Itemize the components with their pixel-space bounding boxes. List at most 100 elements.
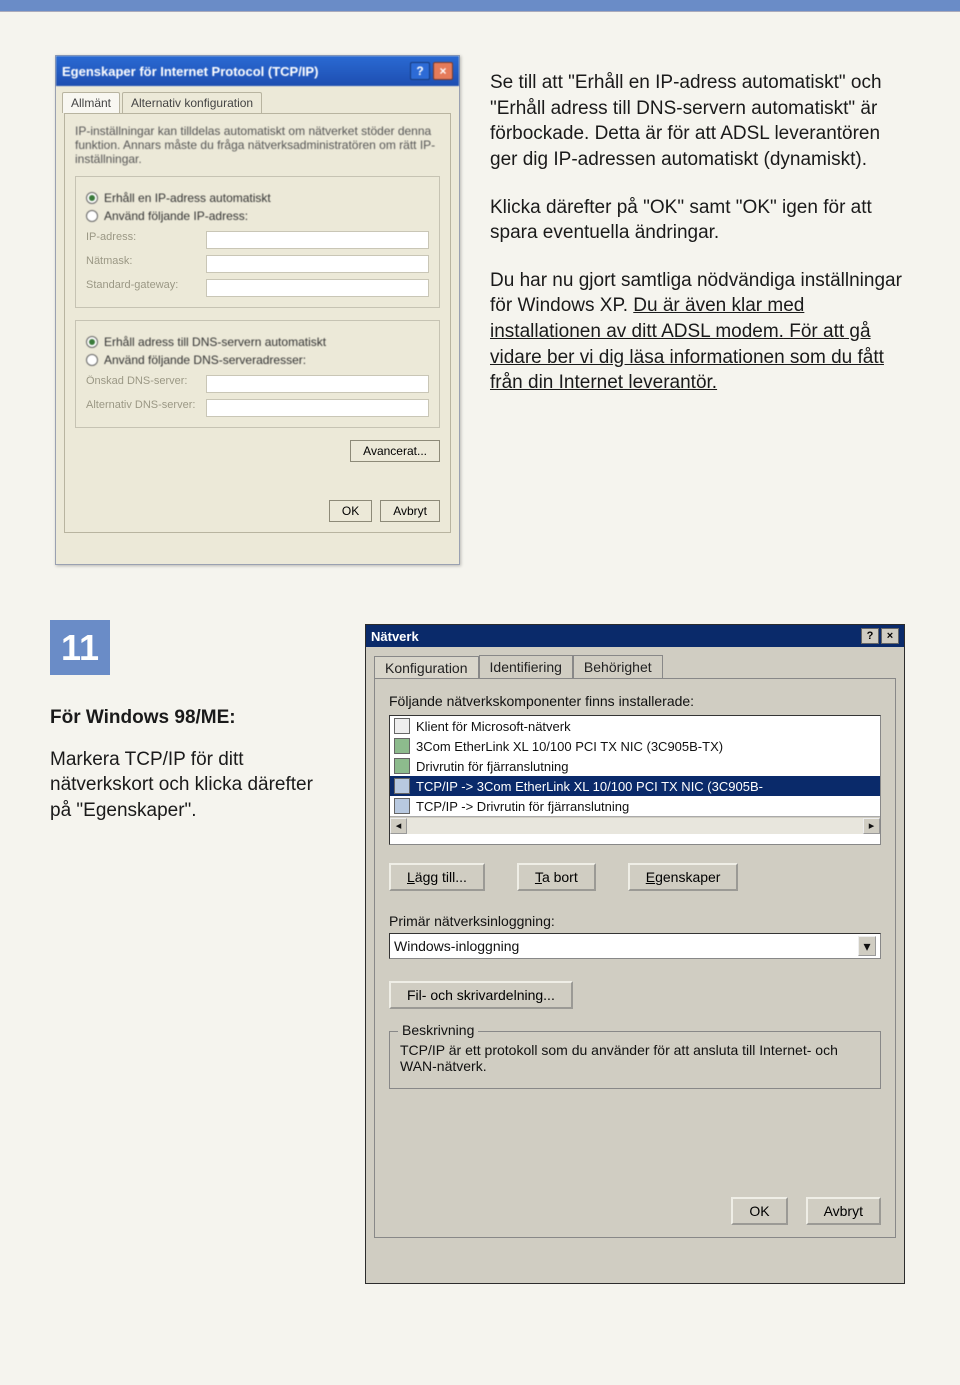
list-item-label: Klient för Microsoft-nätverk [416,719,571,734]
close-icon[interactable]: × [433,62,453,80]
para-3: Du har nu gjort samtliga nödvändiga inst… [490,268,910,396]
heading-win98: För Windows 98/ME: [50,705,330,731]
tab-identification[interactable]: Identifiering [479,655,573,678]
radio-icon[interactable] [86,354,98,366]
tab-general[interactable]: Allmänt [62,92,120,113]
xp-title: Egenskaper för Internet Protocol (TCP/IP… [62,64,407,79]
input-gateway[interactable] [206,279,429,297]
file-print-sharing-button[interactable]: Fil- och skrivardelning... [389,981,573,1009]
xp-description: IP-inställningar kan tilldelas automatis… [75,124,440,166]
xp-bottom-buttons: OK Avbryt [329,500,440,522]
help-icon[interactable]: ? [861,628,879,644]
component-listbox[interactable]: Klient för Microsoft-nätverk 3Com EtherL… [389,715,881,845]
radio-dns-auto-row[interactable]: Erhåll adress till DNS-servern automatis… [86,335,429,349]
ip-formgrid: IP-adress: Nätmask: Standard-gateway: [86,231,429,297]
list-item-label: TCP/IP -> Drivrutin för fjärranslutning [416,799,629,814]
instruction-text-top: Se till att "Erhåll en IP-adress automat… [490,70,910,418]
input-ip[interactable] [206,231,429,249]
description-group: Beskrivning TCP/IP är ett protokoll som … [389,1031,881,1089]
lbl-gw: Standard-gateway: [86,279,196,297]
scroll-left-icon[interactable]: ◂ [390,818,407,834]
radio-ip-auto-label: Erhåll en IP-adress automatiskt [104,191,271,205]
radio-icon[interactable] [86,336,98,348]
list-item[interactable]: TCP/IP -> Drivrutin för fjärranslutning [390,796,880,816]
primary-logon-select[interactable]: Windows-inloggning ▾ [389,933,881,959]
ok-button[interactable]: OK [731,1197,787,1225]
tab-security[interactable]: Behörighet [573,655,663,678]
list-item-label: 3Com EtherLink XL 10/100 PCI TX NIC (3C9… [416,739,723,754]
radio-dns-manual-row[interactable]: Använd följande DNS-serveradresser: [86,353,429,367]
tab-alternate[interactable]: Alternativ konfiguration [122,92,262,113]
radio-ip-manual-label: Använd följande IP-adress: [104,209,248,223]
cancel-button[interactable]: Avbryt [806,1197,881,1225]
list-item[interactable]: 3Com EtherLink XL 10/100 PCI TX NIC (3C9… [390,736,880,756]
nic-icon [394,758,410,774]
xp-tabs: Allmänt Alternativ konfiguration [56,86,459,113]
help-icon[interactable]: ? [410,62,430,80]
chevron-down-icon[interactable]: ▾ [858,936,876,956]
radio-icon[interactable] [86,210,98,222]
lbl-mask: Nätmask: [86,255,196,273]
description-legend: Beskrivning [398,1022,478,1038]
dns-fieldset: Erhåll adress till DNS-servern automatis… [75,320,440,428]
page-top-border [0,0,960,12]
list-item-label: Drivrutin för fjärranslutning [416,759,568,774]
scroll-track[interactable] [407,818,863,834]
input-dns1[interactable] [206,375,429,393]
horizontal-scrollbar[interactable]: ◂ ▸ [390,816,880,834]
radio-dns-auto-label: Erhåll adress till DNS-servern automatis… [104,335,326,349]
advanced-row: Avancerat... [75,440,440,462]
radio-ip-manual-row[interactable]: Använd följande IP-adress: [86,209,429,223]
win98-network-dialog: Nätverk ? × Konfiguration Identifiering … [365,624,905,1284]
radio-dns-manual-label: Använd följande DNS-serveradresser: [104,353,306,367]
xp-panel: IP-inställningar kan tilldelas automatis… [64,113,451,533]
protocol-icon [394,798,410,814]
w98-panel: Följande nätverkskomponenter finns insta… [374,678,896,1238]
tab-configuration[interactable]: Konfiguration [374,656,479,679]
lbl-dns1: Önskad DNS-server: [86,375,196,393]
body-win98: Markera TCP/IP för ditt nätverkskort och… [50,749,313,821]
label-components: Följande nätverkskomponenter finns insta… [389,693,881,709]
list-item-selected[interactable]: TCP/IP -> 3Com EtherLink XL 10/100 PCI T… [390,776,880,796]
w98-title-text: Nätverk [371,629,859,644]
remove-button-rest: a bort [542,869,578,885]
nic-icon [394,738,410,754]
instruction-text-bottom: För Windows 98/ME: Markera TCP/IP för di… [50,705,330,824]
scroll-right-icon[interactable]: ▸ [863,818,880,834]
w98-titlebar: Nätverk ? × [366,625,904,647]
primary-logon-value: Windows-inloggning [394,938,519,954]
list-item-label: TCP/IP -> 3Com EtherLink XL 10/100 PCI T… [416,779,763,794]
list-item[interactable]: Drivrutin för fjärranslutning [390,756,880,776]
w98-tabs: Konfiguration Identifiering Behörighet [366,647,904,678]
para-2: Klicka därefter på "OK" samt "OK" igen f… [490,195,910,246]
remove-button[interactable]: Ta bort [517,863,596,891]
properties-button[interactable]: Egenskaper [628,863,739,891]
component-buttons: Lägg till... Ta bort Egenskaper [389,863,881,891]
protocol-icon [394,778,410,794]
advanced-button[interactable]: Avancerat... [350,440,440,462]
input-mask[interactable] [206,255,429,273]
label-primary-logon: Primär nätverksinloggning: [389,913,881,929]
lbl-ip: IP-adress: [86,231,196,249]
add-button-rest: ägg till... [415,869,467,885]
close-icon[interactable]: × [881,628,899,644]
radio-icon[interactable] [86,192,98,204]
add-button[interactable]: Lägg till... [389,863,485,891]
para-1: Se till att "Erhåll en IP-adress automat… [490,70,910,173]
list-item[interactable]: Klient för Microsoft-nätverk [390,716,880,736]
ok-button[interactable]: OK [329,500,372,522]
properties-button-rest: genskaper [655,869,720,885]
lbl-dns2: Alternativ DNS-server: [86,399,196,417]
cancel-button[interactable]: Avbryt [380,500,440,522]
step-number: 11 [50,620,110,675]
dns-formgrid: Önskad DNS-server: Alternativ DNS-server… [86,375,429,417]
xp-tcpip-dialog: Egenskaper för Internet Protocol (TCP/IP… [55,55,460,565]
share-row: Fil- och skrivardelning... [389,981,881,1009]
client-icon [394,718,410,734]
radio-ip-auto-row[interactable]: Erhåll en IP-adress automatiskt [86,191,429,205]
ip-fieldset: Erhåll en IP-adress automatiskt Använd f… [75,176,440,308]
description-text: TCP/IP är ett protokoll som du använder … [400,1042,870,1074]
w98-bottom-buttons: OK Avbryt [731,1197,881,1225]
input-dns2[interactable] [206,399,429,417]
xp-titlebar: Egenskaper för Internet Protocol (TCP/IP… [56,56,459,86]
